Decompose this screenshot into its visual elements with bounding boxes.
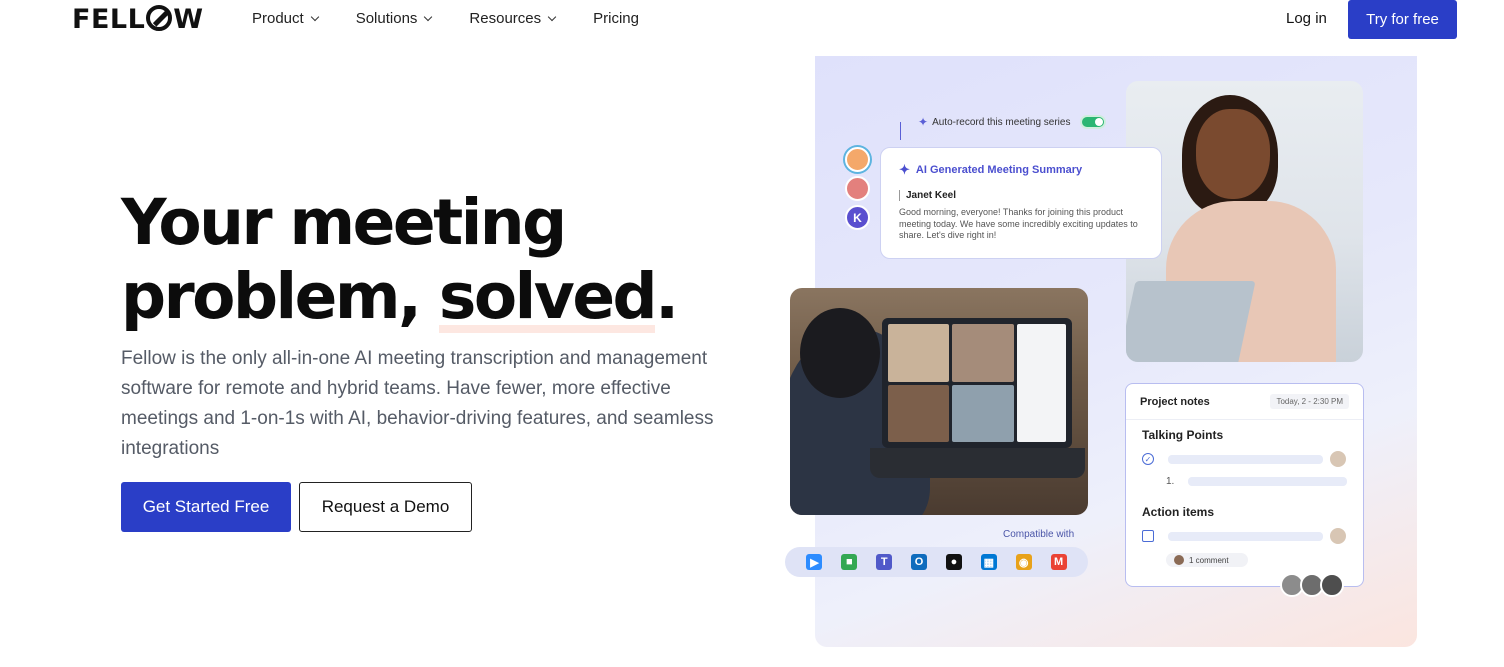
headline-period: . <box>655 260 679 333</box>
collaborator-avatars <box>1280 573 1344 597</box>
integrations-bar: ▶ ■ T O ● ▦ ◉ M <box>785 547 1088 577</box>
menu-item-label: Resources <box>469 10 542 27</box>
notes-date-badge: Today, 2 - 2:30 PM <box>1270 394 1349 409</box>
project-notes-card: Project notes Today, 2 - 2:30 PM Talking… <box>1125 383 1364 587</box>
menu-item-solutions[interactable]: Solutions <box>355 10 433 27</box>
avatar <box>845 176 870 201</box>
fellow-logo[interactable]: FELL W <box>72 4 204 35</box>
video-tile <box>888 324 950 382</box>
notes-header: Project notes Today, 2 - 2:30 PM <box>1126 384 1363 420</box>
laptop-screen-video-grid <box>882 318 1072 448</box>
logo-slashed-o-icon <box>146 5 173 31</box>
laptop-keyboard <box>870 448 1085 478</box>
compatible-with-label: Compatible with <box>1003 529 1075 540</box>
hero-subtext: Fellow is the only all-in-one AI meeting… <box>121 348 714 459</box>
chrome-icon: ◉ <box>1015 554 1032 570</box>
outlook-icon: O <box>911 554 928 570</box>
avatar-initial: K <box>845 205 870 230</box>
sparkle-icon: ✦ <box>918 115 929 129</box>
check-circle-icon: ✓ <box>1142 453 1154 465</box>
avatar <box>1320 573 1344 597</box>
logo-text-tail: W <box>173 4 204 35</box>
video-tile <box>952 324 1014 382</box>
menu-item-product[interactable]: Product <box>252 10 319 27</box>
speaker-message: Good morning, everyone! Thanks for joini… <box>899 207 1138 240</box>
request-demo-button[interactable]: Request a Demo <box>299 482 472 532</box>
windows-icon: ▦ <box>980 554 997 570</box>
video-call-laptop-photo <box>790 288 1088 515</box>
arrow-down-icon <box>900 122 910 140</box>
talking-point-row: ✓ <box>1142 450 1347 468</box>
action-items-heading: Action items <box>1142 505 1215 519</box>
participant-avatars: K <box>845 147 870 230</box>
login-link[interactable]: Log in <box>1286 10 1327 27</box>
talking-points-heading: Talking Points <box>1142 428 1224 442</box>
speaker-name: Janet Keel <box>899 190 1143 201</box>
ai-summary-title: ✦ AI Generated Meeting Summary <box>899 162 1143 178</box>
menu-item-pricing[interactable]: Pricing <box>593 10 639 27</box>
headline-highlight: solved <box>438 260 658 333</box>
comment-badge: 1 comment <box>1166 553 1248 567</box>
person-head <box>800 308 880 398</box>
avatar <box>845 147 870 172</box>
menu-item-label: Pricing <box>593 10 639 27</box>
avatar <box>1329 450 1347 468</box>
placeholder-line <box>1168 531 1323 541</box>
avatar <box>1174 555 1184 565</box>
sparkle-icon: ✦ <box>899 162 910 177</box>
chevron-down-icon <box>424 12 433 22</box>
hero-headline: Your meeting problem, solved. <box>121 186 741 334</box>
video-tile <box>952 384 1014 442</box>
get-started-free-button[interactable]: Get Started Free <box>121 482 291 532</box>
chevron-down-icon <box>310 12 319 22</box>
photo-laptop <box>1126 281 1256 362</box>
zoom-icon: ▶ <box>806 554 823 570</box>
auto-record-toggle-row: ✦ Auto-record this meeting series <box>918 115 1107 129</box>
try-for-free-button[interactable]: Try for free <box>1348 0 1457 39</box>
auto-record-label: Auto-record this meeting series <box>932 116 1071 128</box>
headline-line-1: Your meeting <box>121 186 567 259</box>
teams-icon: T <box>876 554 893 570</box>
auto-record-toggle <box>1080 115 1107 129</box>
action-item-row <box>1142 527 1347 545</box>
ai-summary-title-text: AI Generated Meeting Summary <box>915 164 1083 176</box>
main-menu: Product Solutions Resources Pricing <box>252 10 677 27</box>
chevron-down-icon <box>547 12 557 22</box>
gmail-icon: M <box>1050 554 1067 570</box>
notes-title: Project notes <box>1140 395 1210 408</box>
apple-icon: ● <box>945 554 962 570</box>
menu-item-label: Solutions <box>355 10 418 27</box>
google-meet-icon: ■ <box>841 554 858 570</box>
notes-sidebar-tile <box>1016 324 1066 442</box>
logo-text: FELL <box>72 4 146 35</box>
headline-line-2: problem, <box>121 260 439 333</box>
top-navigation: FELL W Product Solutions Resources Pricin… <box>0 0 1504 40</box>
placeholder-line <box>1188 477 1347 486</box>
avatar <box>1329 527 1347 545</box>
list-number: 1. <box>1166 476 1175 487</box>
placeholder-line <box>1168 454 1323 464</box>
numbered-row: 1. <box>1142 476 1347 487</box>
ai-summary-card: ✦ AI Generated Meeting Summary Janet Kee… <box>880 147 1162 259</box>
menu-item-resources[interactable]: Resources <box>469 10 557 27</box>
photo-face <box>1196 109 1270 199</box>
comment-count: 1 comment <box>1189 555 1229 565</box>
video-tile <box>888 384 950 442</box>
menu-item-label: Product <box>252 10 304 27</box>
checkbox-icon <box>1142 530 1154 542</box>
